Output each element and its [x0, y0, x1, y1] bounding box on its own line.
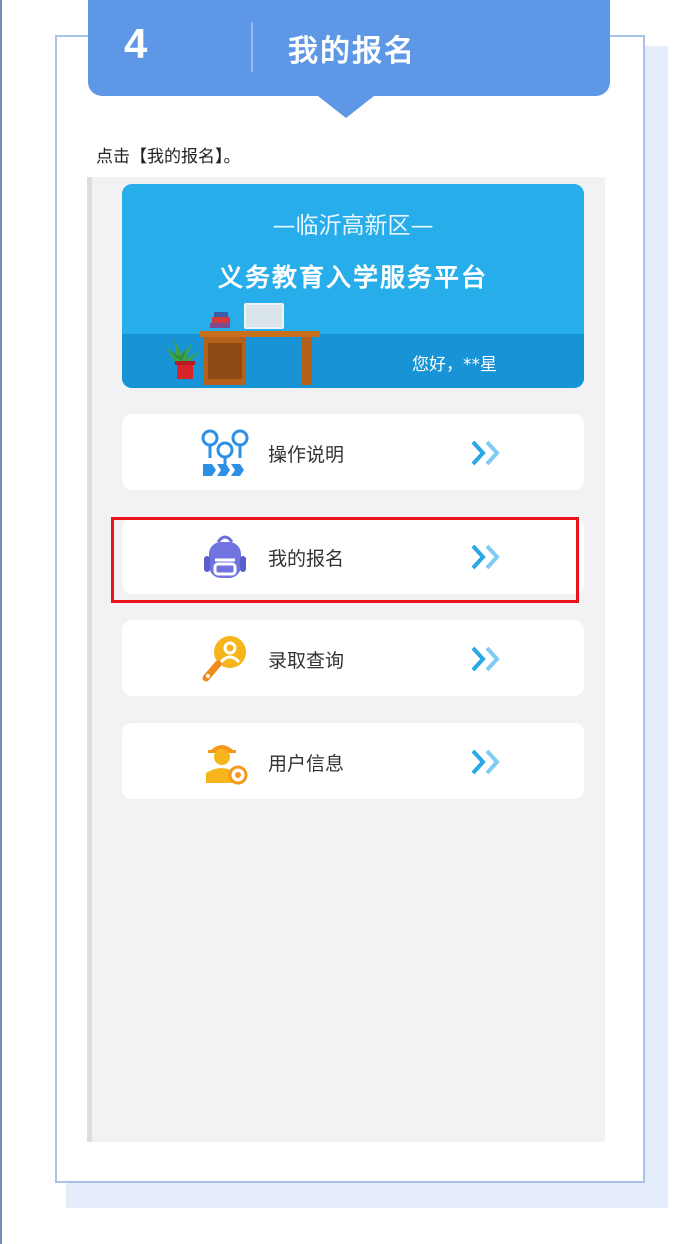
step-divider	[251, 22, 253, 72]
double-chevron-right-icon	[471, 749, 500, 775]
banner-subtitle: —临沂高新区—	[272, 213, 434, 239]
instruction-text: 点击【我的报名】。	[96, 147, 241, 167]
desk-illustration	[166, 303, 320, 385]
step-number: 4	[124, 20, 148, 67]
menu-item-user-info[interactable]: 用户信息	[122, 723, 584, 799]
banner-title: 义务教育入学服务平台	[217, 263, 488, 292]
search-person-icon	[202, 636, 246, 682]
menu-item-admission-query[interactable]: 录取查询	[122, 620, 584, 696]
menu-label: 录取查询	[268, 650, 345, 672]
left-border-line	[0, 0, 2, 1244]
flowchart-icon	[201, 429, 249, 476]
menu-label: 操作说明	[268, 444, 345, 466]
step-title: 我的报名	[288, 34, 416, 69]
double-chevron-right-icon	[471, 646, 500, 672]
double-chevron-right-icon	[471, 440, 500, 466]
step-header: 4 我的报名	[88, 0, 610, 118]
user-icon	[206, 745, 248, 785]
phone-screen: —临沂高新区— 义务教育入学服务平台 您好，**星 操作说明 我的报名 录取查询…	[87, 177, 605, 1142]
menu-item-instructions[interactable]: 操作说明	[122, 414, 584, 490]
platform-banner: —临沂高新区— 义务教育入学服务平台 您好，**星	[122, 184, 584, 388]
menu-label: 用户信息	[268, 753, 345, 775]
highlight-box	[111, 517, 579, 603]
greeting-text: 您好，**星	[412, 355, 497, 375]
